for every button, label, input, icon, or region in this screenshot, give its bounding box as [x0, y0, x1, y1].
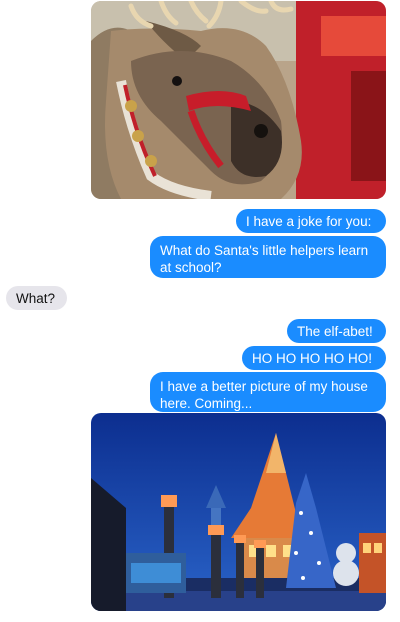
message-bubble-outgoing[interactable]: I have a joke for you: [236, 209, 386, 233]
message-bubble-outgoing[interactable]: What do Santa's little helpers learn at … [150, 236, 386, 278]
santa-house-image [91, 413, 386, 611]
santa-house-photo[interactable] [91, 413, 386, 611]
message-text: What do Santa's little helpers learn at … [160, 243, 369, 275]
message-text: What? [16, 290, 56, 306]
message-bubble-outgoing[interactable]: The elf-abet! [287, 319, 386, 343]
message-bubble-incoming[interactable]: What? [6, 286, 67, 310]
reindeer-image [91, 1, 386, 199]
message-bubble-outgoing[interactable]: HO HO HO HO HO! [242, 346, 386, 370]
message-text: The elf-abet! [297, 323, 373, 339]
reindeer-photo[interactable] [91, 1, 386, 199]
message-text: HO HO HO HO HO! [252, 350, 373, 366]
message-text: I have a joke for you: [246, 213, 372, 229]
message-text: I have a better picture of my house here… [160, 379, 368, 411]
message-bubble-outgoing[interactable]: I have a better picture of my house here… [150, 372, 386, 412]
